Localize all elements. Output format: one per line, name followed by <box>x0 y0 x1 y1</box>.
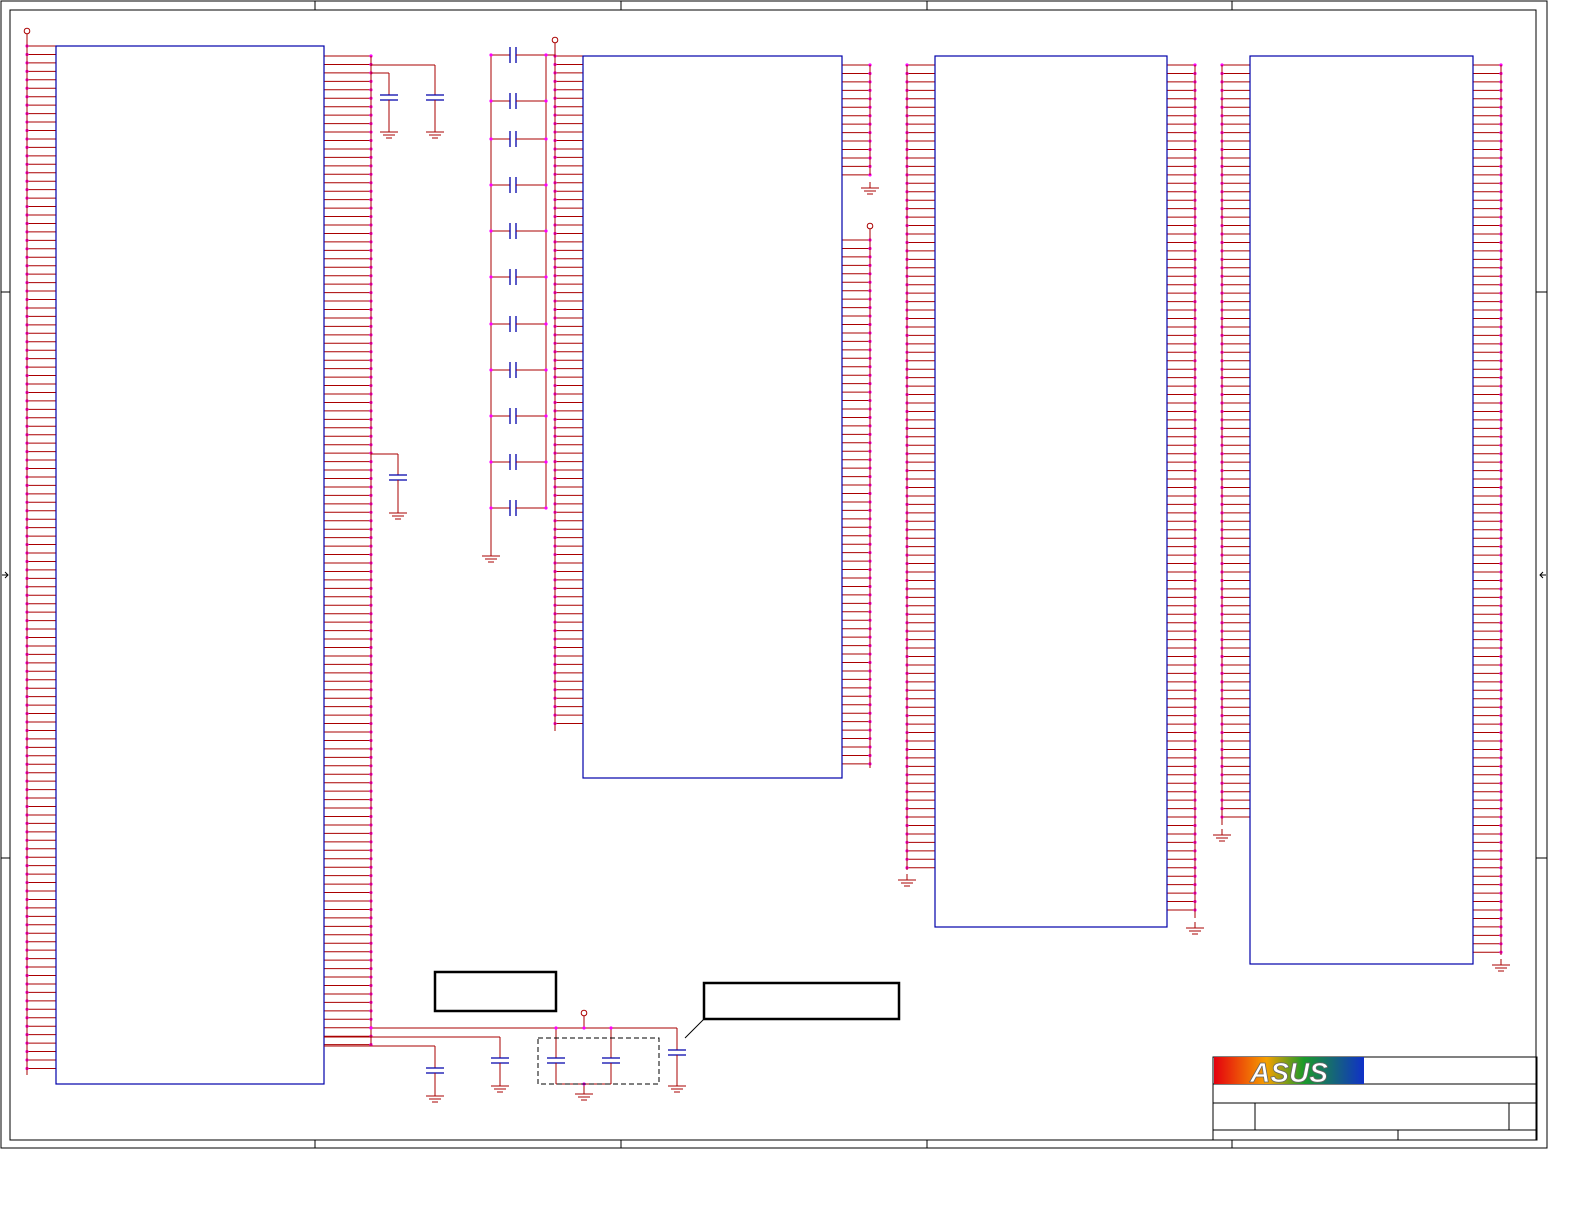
note-box-1 <box>433 970 558 1013</box>
ic-u4 <box>1249 55 1474 965</box>
ic-u1 <box>55 45 325 1085</box>
note-leader <box>684 1018 705 1039</box>
svg-text:ASUS: ASUS <box>1249 1057 1328 1088</box>
ic-u2 <box>582 55 843 779</box>
note-box-2 <box>702 981 901 1021</box>
sheet-border <box>0 0 1548 1149</box>
schematic-sheet: ASUS <box>0 0 1548 1149</box>
passive-network <box>324 47 1510 1103</box>
ic-u3 <box>934 55 1168 928</box>
pin-fanouts <box>23 27 1503 1075</box>
asus-logo: ASUS <box>1214 1057 1364 1088</box>
